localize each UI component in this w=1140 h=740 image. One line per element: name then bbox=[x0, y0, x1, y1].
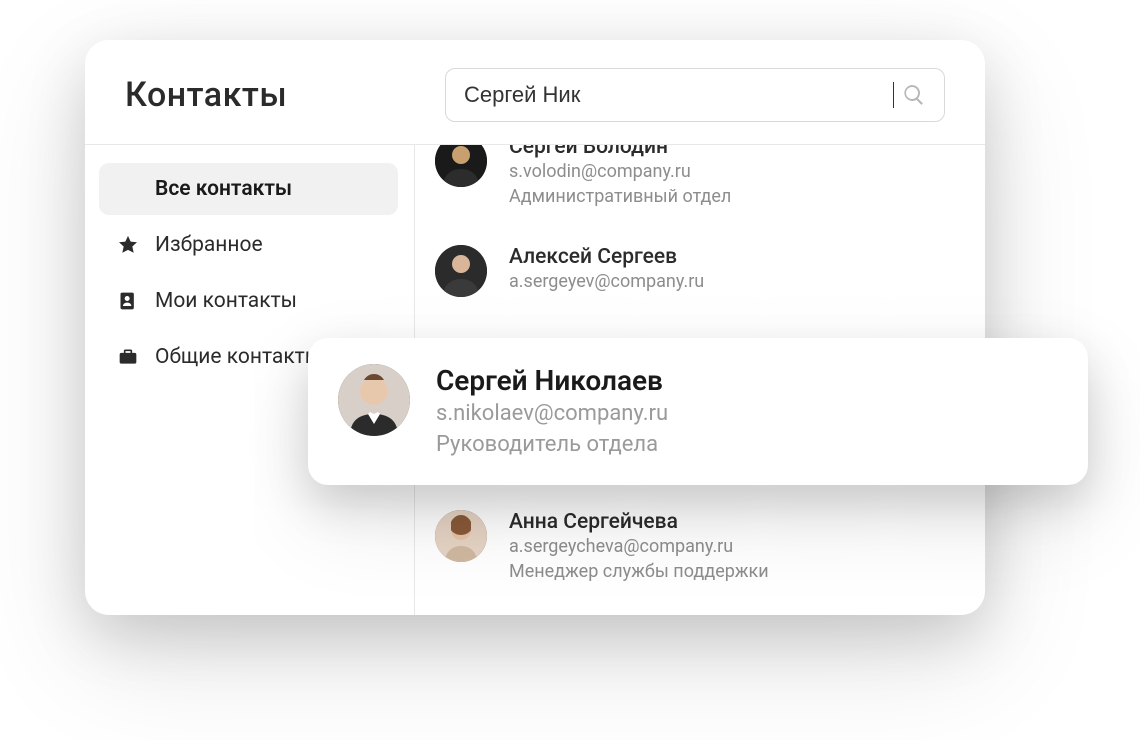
text-cursor bbox=[893, 82, 895, 108]
search-input[interactable] bbox=[464, 82, 895, 108]
sidebar-item-label: Избранное bbox=[155, 233, 263, 257]
search-icon bbox=[902, 83, 926, 107]
sidebar-item-label: Все контакты bbox=[155, 177, 292, 201]
search-box[interactable] bbox=[445, 68, 945, 122]
contact-email: s.volodin@company.ru bbox=[509, 161, 731, 182]
contact-info: Сергей Николаев s.nikolaev@company.ru Ру… bbox=[436, 364, 668, 457]
star-icon bbox=[117, 234, 139, 256]
contact-email: s.nikolaev@company.ru bbox=[436, 401, 668, 426]
contact-info: Сергей Володин s.volodin@company.ru Адми… bbox=[509, 145, 731, 207]
contact-role: Руководитель отдела bbox=[436, 432, 668, 457]
contact-email: a.sergeyev@company.ru bbox=[509, 271, 704, 292]
contact-role: Административный отдел bbox=[509, 186, 731, 207]
contact-email: a.sergeycheva@company.ru bbox=[509, 536, 769, 557]
header: Контакты bbox=[85, 40, 985, 145]
contact-highlight-card[interactable]: Сергей Николаев s.nikolaev@company.ru Ру… bbox=[308, 338, 1088, 485]
sidebar-item-label: Общие контакты bbox=[155, 345, 321, 369]
sidebar-item-label: Мои контакты bbox=[155, 289, 297, 313]
sidebar-item-favorites[interactable]: Избранное bbox=[99, 219, 398, 271]
contact-info: Алексей Сергеев a.sergeyev@company.ru bbox=[509, 245, 704, 297]
contacts-window: Контакты Все контакты Избранное bbox=[85, 40, 985, 615]
page-title: Контакты bbox=[125, 75, 445, 115]
contact-name: Анна Сергейчева bbox=[509, 510, 769, 534]
contact-role: Менеджер службы поддержки bbox=[509, 561, 769, 582]
contact-name: Алексей Сергеев bbox=[509, 245, 704, 269]
contact-info: Анна Сергейчева a.sergeycheva@company.ru… bbox=[509, 510, 769, 582]
sidebar-item-all-contacts[interactable]: Все контакты bbox=[99, 163, 398, 215]
contact-row[interactable]: Анна Сергейчева a.sergeycheva@company.ru… bbox=[435, 492, 945, 602]
contact-row[interactable]: Сергей Володин s.volodin@company.ru Адми… bbox=[435, 145, 945, 227]
avatar bbox=[338, 364, 410, 436]
address-book-icon bbox=[117, 290, 139, 312]
avatar bbox=[435, 510, 487, 562]
sidebar-item-my-contacts[interactable]: Мои контакты bbox=[99, 275, 398, 327]
contact-row[interactable]: Алексей Сергеев a.sergeyev@company.ru bbox=[435, 227, 945, 317]
contact-name: Сергей Володин bbox=[509, 145, 731, 159]
briefcase-icon bbox=[117, 346, 139, 368]
avatar bbox=[435, 245, 487, 297]
contact-name: Сергей Николаев bbox=[436, 364, 668, 397]
avatar bbox=[435, 145, 487, 187]
